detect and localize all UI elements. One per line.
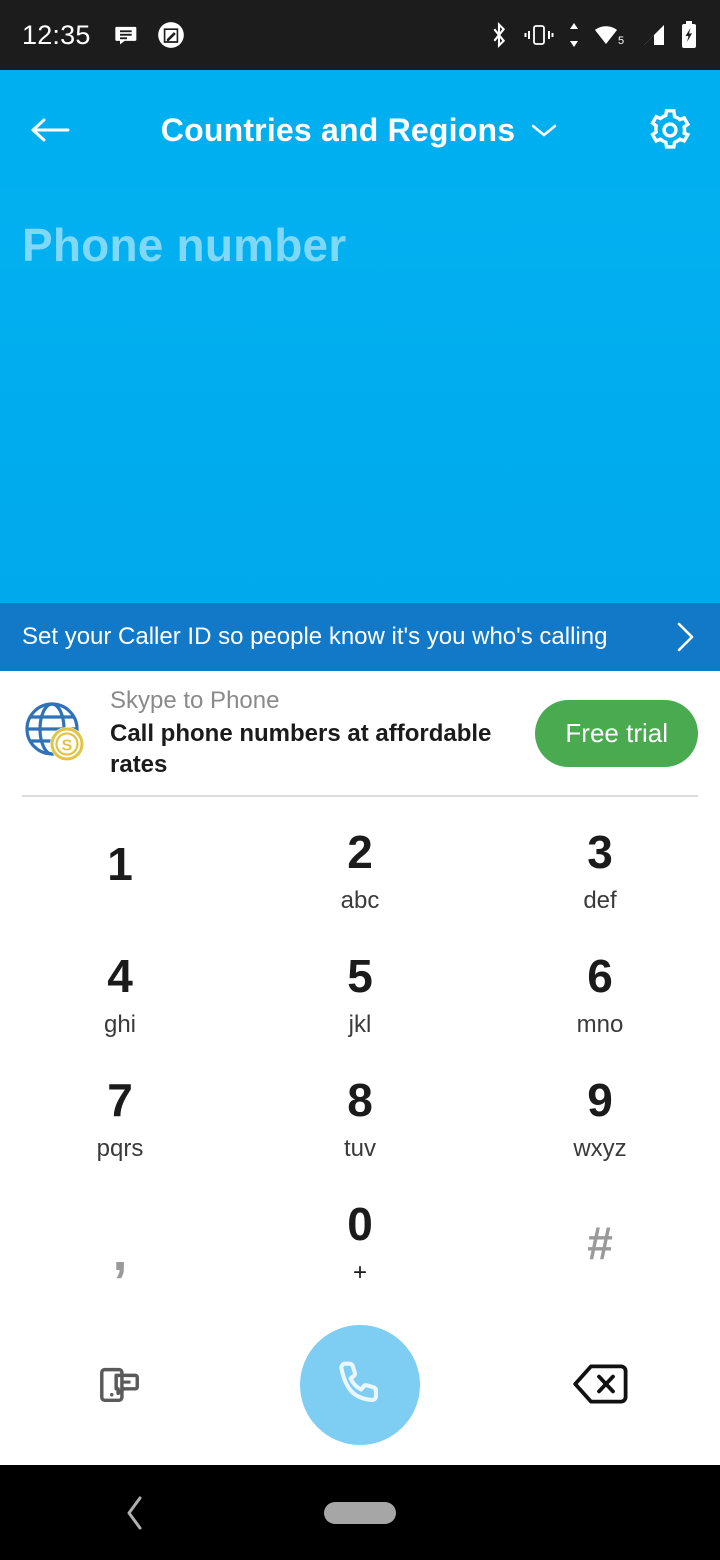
dialpad: 1 2 abc 3 def 4 ghi 5 jkl 6 mno 7 pqrs 8 xyxy=(0,797,720,1305)
dialpad-key-digit: 5 xyxy=(347,950,373,1002)
dialpad-key-5[interactable]: 5 jkl xyxy=(240,933,480,1057)
dialpad-key-digit: 4 xyxy=(107,950,133,1002)
backspace-button[interactable] xyxy=(564,1349,636,1421)
dialpad-key-sub: pqrs xyxy=(96,1135,144,1162)
dialpad-key-sub: abc xyxy=(340,887,380,914)
bluetooth-icon xyxy=(487,21,511,49)
dialpad-key-sub: tuv xyxy=(343,1135,376,1162)
dialpad-key-sub: mno xyxy=(576,1011,624,1038)
promo-text-group: Skype to Phone Call phone numbers at aff… xyxy=(110,686,515,780)
dialpad-key-digit: # xyxy=(587,1217,613,1269)
dialpad-key-7[interactable]: 7 pqrs xyxy=(0,1057,240,1181)
svg-text:S: S xyxy=(62,738,73,755)
android-nav-bar xyxy=(0,1465,720,1560)
dialpad-key-9[interactable]: 9 wxyz xyxy=(480,1057,720,1181)
wifi-icon: 5 xyxy=(594,22,628,48)
caller-id-banner[interactable]: Set your Caller ID so people know it's y… xyxy=(0,603,720,671)
status-left-icons xyxy=(113,21,185,49)
data-transfer-icon xyxy=(567,22,581,48)
dialpad-key-4[interactable]: 4 ghi xyxy=(0,933,240,1057)
dialpad-key-digit: 9 xyxy=(587,1074,613,1126)
dialpad-action-row xyxy=(0,1305,720,1465)
dialpad-key-digit: 0 xyxy=(347,1198,373,1250)
dialpad-key-sub: ghi xyxy=(103,1011,137,1038)
call-button[interactable] xyxy=(300,1325,420,1445)
dialpad-key-1[interactable]: 1 xyxy=(0,809,240,933)
dialpad-key-digit: 3 xyxy=(587,826,613,878)
phone-number-placeholder: Phone number xyxy=(22,219,347,271)
nav-back-icon[interactable] xyxy=(122,1493,148,1533)
back-button[interactable] xyxy=(22,102,78,158)
phone-handset-icon xyxy=(331,1355,389,1416)
skype-to-phone-promo[interactable]: S Skype to Phone Call phone numbers at a… xyxy=(0,671,720,795)
page-title[interactable]: Countries and Regions xyxy=(161,112,515,149)
sms-phone-icon xyxy=(97,1361,143,1410)
caller-id-banner-text: Set your Caller ID so people know it's y… xyxy=(22,623,608,650)
free-trial-button[interactable]: Free trial xyxy=(535,699,698,767)
screenshot-icon xyxy=(157,21,185,49)
svg-text:5: 5 xyxy=(618,35,624,47)
globe-dollar-icon: S xyxy=(22,699,90,767)
dialpad-key-digit: 1 xyxy=(107,838,133,890)
cellular-signal-icon xyxy=(641,22,667,48)
app-screen: 12:35 5 Countries and Regions Phone numb… xyxy=(0,0,720,1560)
dialpad-key-digit: 2 xyxy=(347,826,373,878)
chevron-right-icon xyxy=(672,620,698,654)
dialpad-key-digit: 6 xyxy=(587,950,613,1002)
backspace-icon xyxy=(572,1362,628,1409)
promo-title: Call phone numbers at affordable rates xyxy=(110,719,492,778)
dialpad-key-comma[interactable]: , xyxy=(0,1181,240,1305)
chevron-down-icon[interactable] xyxy=(529,120,559,140)
dialpad-key-hash[interactable]: # xyxy=(480,1181,720,1305)
dialpad-key-3[interactable]: 3 def xyxy=(480,809,720,933)
dialpad-key-sub: wxyz xyxy=(573,1135,627,1162)
nav-home-pill[interactable] xyxy=(324,1501,396,1524)
dialpad-key-sub: def xyxy=(583,887,617,914)
vibrate-icon xyxy=(524,22,554,48)
status-time: 12:35 xyxy=(22,19,91,50)
messages-icon xyxy=(113,21,141,49)
dialpad-key-6[interactable]: 6 mno xyxy=(480,933,720,1057)
dialpad-key-digit: , xyxy=(112,1222,128,1283)
dialpad-key-2[interactable]: 2 abc xyxy=(240,809,480,933)
dialpad-key-digit: 7 xyxy=(107,1074,133,1126)
promo-kicker: Skype to Phone xyxy=(110,686,280,714)
status-bar: 12:35 5 xyxy=(0,0,720,70)
phone-number-display[interactable]: Phone number xyxy=(0,190,720,603)
sms-button[interactable] xyxy=(84,1349,156,1421)
settings-button[interactable] xyxy=(642,102,698,158)
dialpad-key-0[interactable]: 0 + xyxy=(240,1181,480,1305)
dialpad-key-sub: + xyxy=(352,1259,367,1286)
dialpad-key-8[interactable]: 8 tuv xyxy=(240,1057,480,1181)
dialpad-key-sub: jkl xyxy=(348,1011,372,1038)
status-right-icons: 5 xyxy=(487,21,698,49)
app-header: Countries and Regions xyxy=(0,70,720,190)
header-title-group: Countries and Regions xyxy=(0,70,720,190)
dialpad-key-digit: 8 xyxy=(347,1074,373,1126)
battery-charging-icon xyxy=(680,21,698,49)
